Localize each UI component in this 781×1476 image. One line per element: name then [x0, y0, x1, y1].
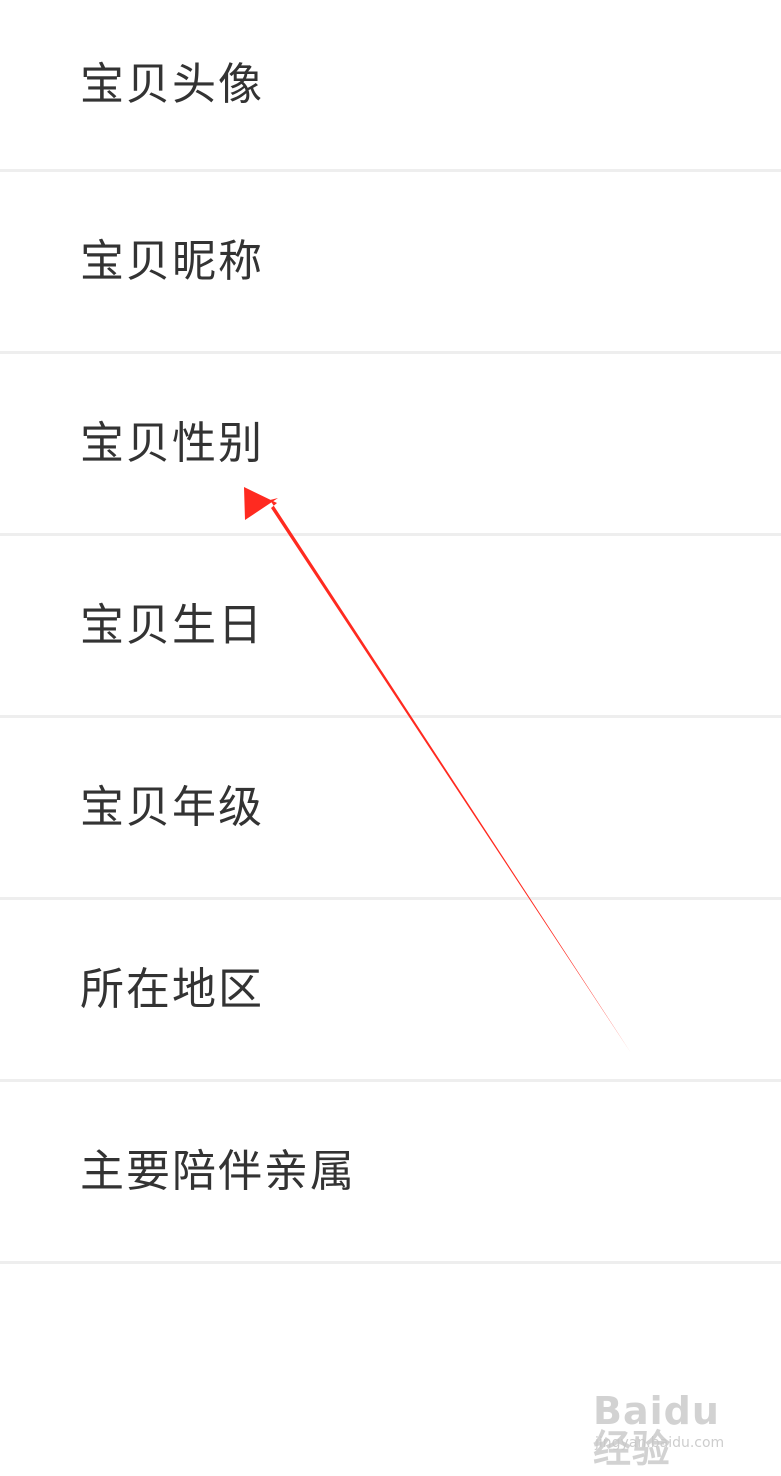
- watermark-url: jingyan.baidu.com: [595, 1435, 725, 1451]
- row-baby-grade[interactable]: 宝贝年级: [0, 718, 781, 900]
- row-label: 宝贝性别: [80, 417, 264, 469]
- row-baby-nickname[interactable]: 宝贝昵称: [0, 172, 781, 354]
- row-label: 宝贝头像: [80, 58, 264, 110]
- row-baby-avatar[interactable]: 宝贝头像: [0, 0, 781, 172]
- baidu-watermark: Baidu经验 jingyan.baidu.com: [593, 1388, 753, 1468]
- row-label: 宝贝生日: [80, 599, 264, 651]
- row-baby-gender[interactable]: 宝贝性别: [0, 354, 781, 536]
- row-region[interactable]: 所在地区: [0, 900, 781, 1082]
- settings-list: 宝贝头像 宝贝昵称 宝贝性别 宝贝生日 宝贝年级 所在地区 主要陪伴亲属: [0, 0, 781, 1264]
- watermark-logo: Baidu经验: [593, 1389, 720, 1471]
- row-baby-birthday[interactable]: 宝贝生日: [0, 536, 781, 718]
- row-label: 所在地区: [80, 963, 264, 1015]
- row-label: 主要陪伴亲属: [80, 1145, 356, 1197]
- row-main-companion[interactable]: 主要陪伴亲属: [0, 1082, 781, 1264]
- row-label: 宝贝昵称: [80, 235, 264, 287]
- row-label: 宝贝年级: [80, 781, 264, 833]
